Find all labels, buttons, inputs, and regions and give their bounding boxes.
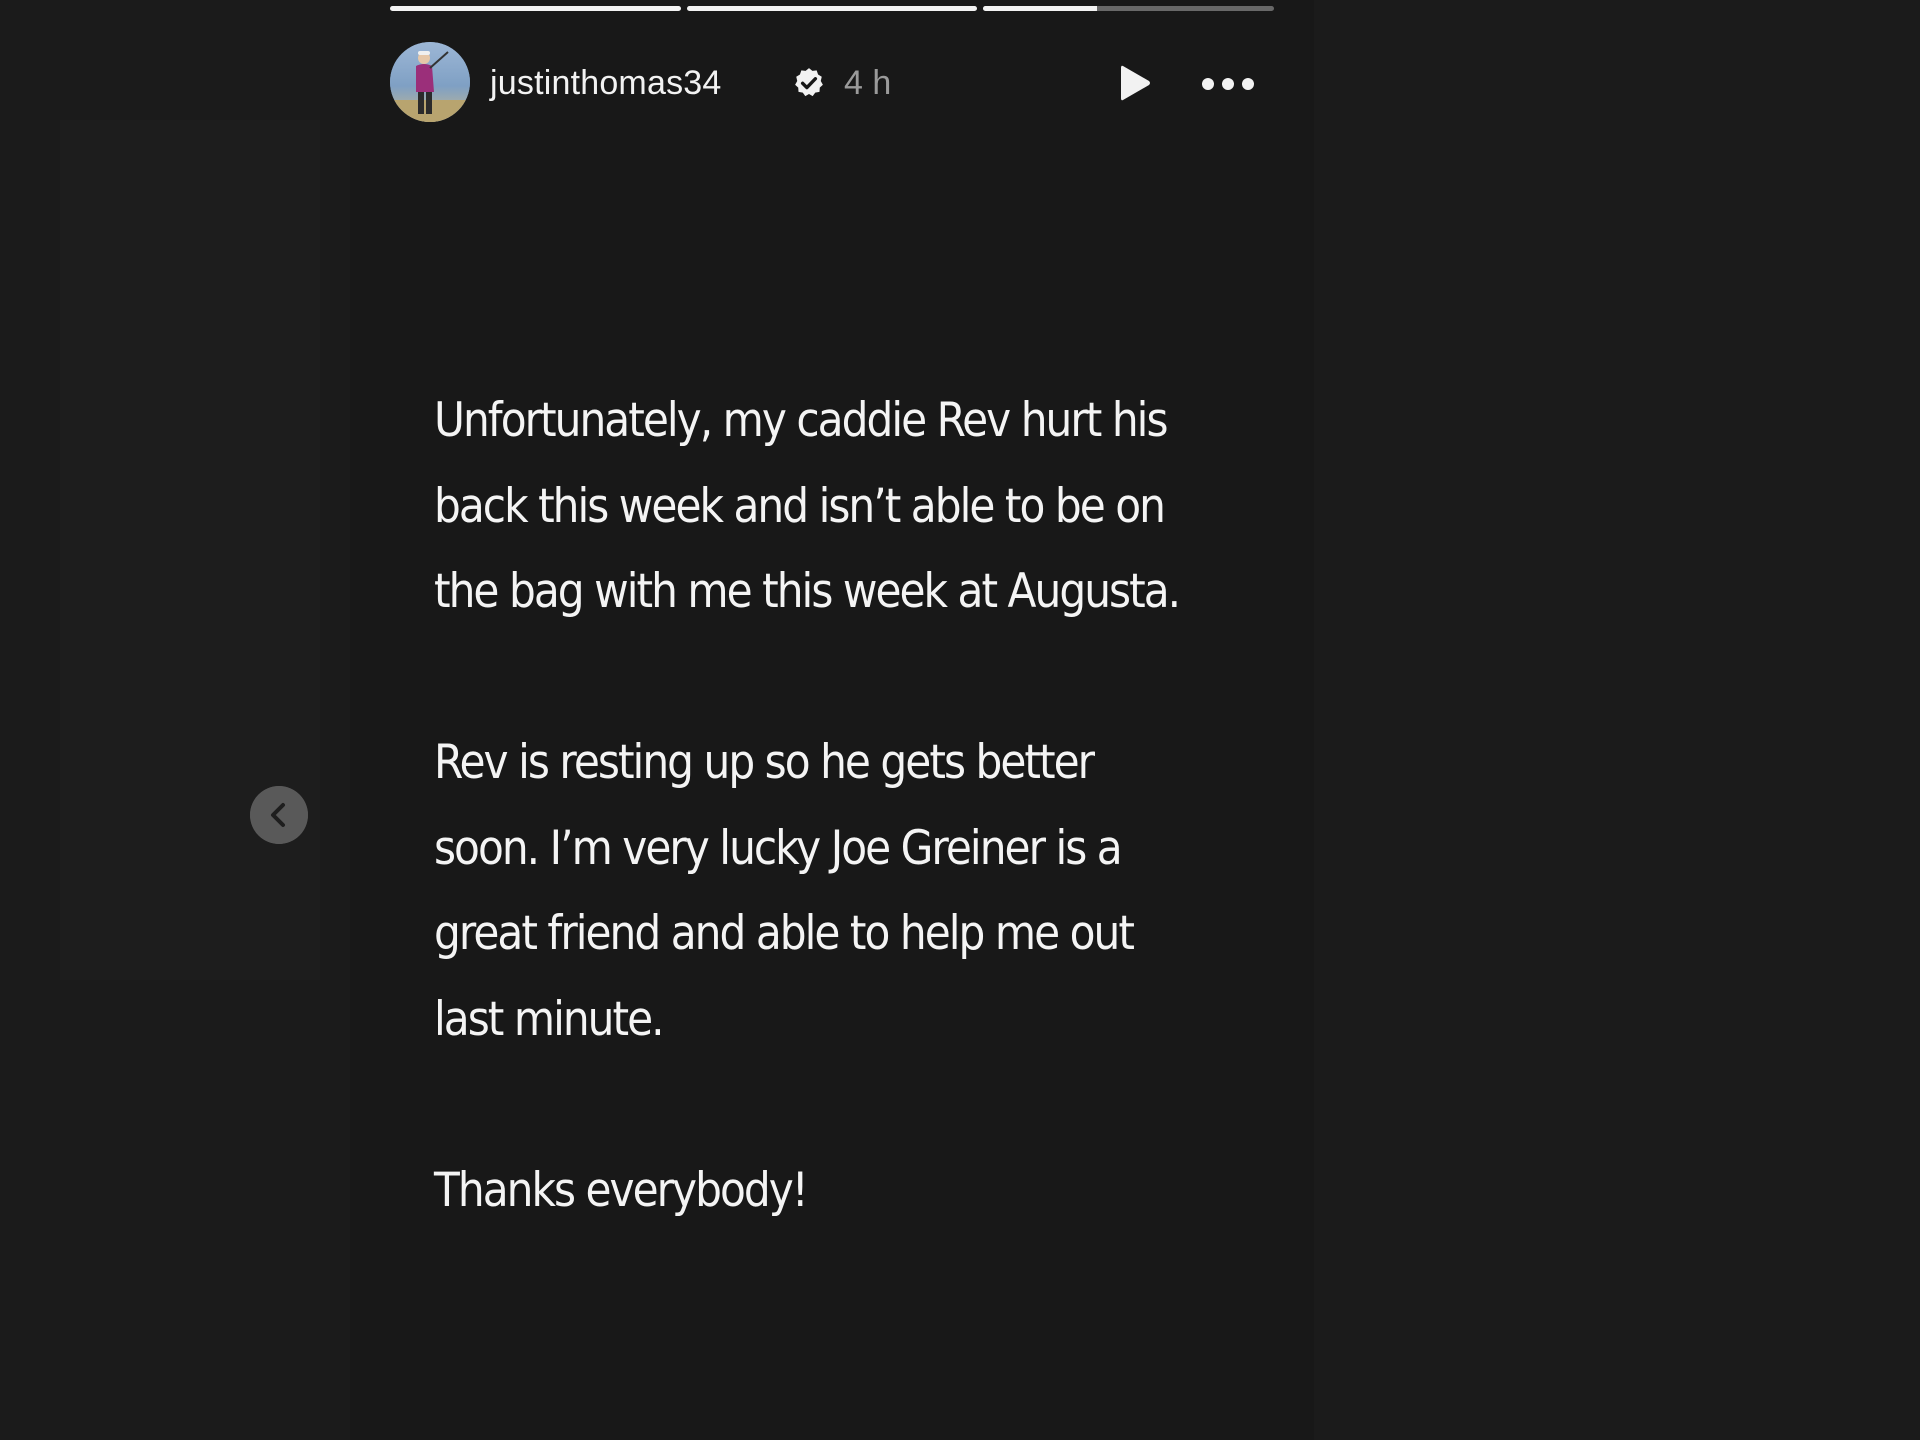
story-progress-bar: [390, 6, 1275, 12]
story-text: Unfortunately, my caddie Rev hurt his ba…: [434, 378, 1199, 1233]
story-viewer: justinthomas34 4 h Unfortunately, my cad…: [350, 0, 1314, 1440]
avatar[interactable]: [390, 42, 470, 122]
golfer-avatar-image: [390, 42, 470, 122]
progress-segment: [686, 6, 978, 11]
more-options-icon[interactable]: [1198, 64, 1258, 104]
play-icon[interactable]: [1112, 60, 1158, 106]
story-paragraph: Unfortunately, my caddie Rev hurt his ba…: [434, 393, 1181, 619]
progress-segment: [390, 6, 681, 11]
story-timestamp: 4 h: [844, 64, 892, 102]
previous-story-button[interactable]: [250, 786, 308, 844]
story-paragraph: Rev is resting up so he gets better soon…: [434, 735, 1135, 1047]
story-username[interactable]: justinthomas34: [490, 62, 722, 104]
verified-badge-icon: [795, 68, 823, 97]
story-paragraph: Thanks everybody!: [434, 1162, 809, 1218]
progress-segment-fill: [983, 6, 1097, 11]
progress-segment: [983, 6, 1275, 11]
previous-story-preview: [60, 120, 320, 980]
story-header: justinthomas34 4 h: [390, 42, 1274, 124]
progress-segment-fill: [686, 6, 978, 11]
progress-segment-fill: [390, 6, 681, 11]
